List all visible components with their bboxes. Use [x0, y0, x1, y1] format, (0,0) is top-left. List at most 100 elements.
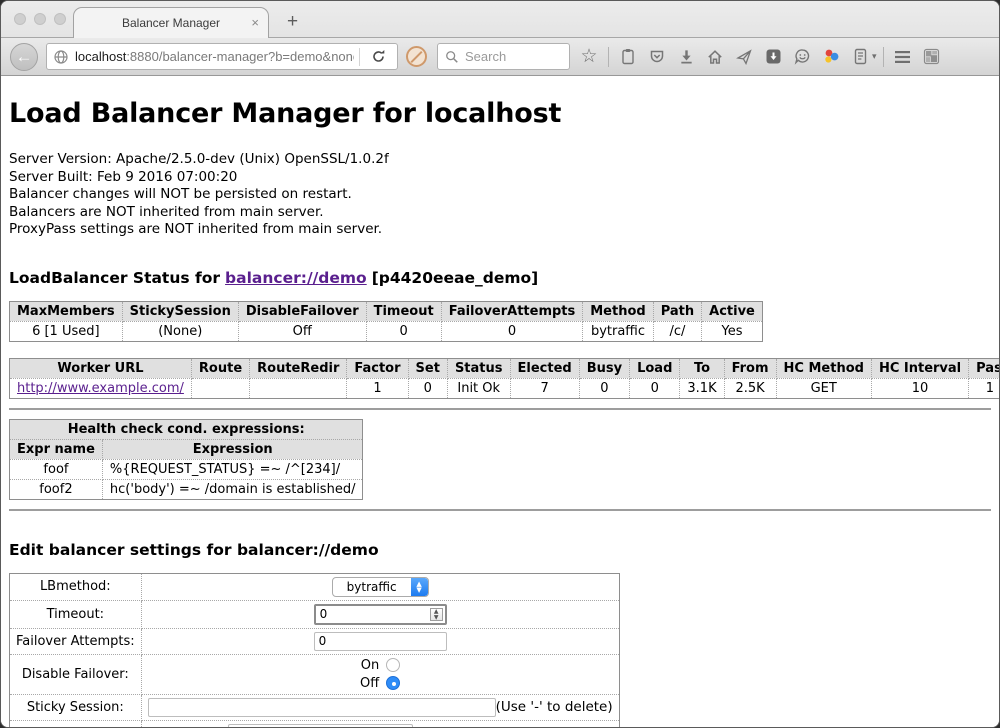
inherit-note-line: Balancers are NOT inherited from main se… — [9, 204, 991, 222]
col-from: From — [724, 358, 776, 378]
send-plane-icon[interactable] — [731, 44, 757, 70]
proxypass-note-line: ProxyPass settings are NOT inherited fro… — [9, 221, 991, 239]
expr-foof2: hc('body') =~ /domain is established/ — [102, 479, 363, 499]
lbmethod-select[interactable]: bytraffic▲▼ — [332, 577, 429, 597]
zoom-window-button[interactable] — [54, 13, 66, 25]
lbmethod-label: LBmethod: — [10, 573, 142, 600]
content-blocker-icon[interactable] — [406, 46, 427, 67]
pocket-icon[interactable] — [644, 44, 670, 70]
health-check-header-row: Expr name Expression — [10, 439, 363, 459]
col-routeredir: RouteRedir — [250, 358, 347, 378]
back-button[interactable]: ← — [10, 43, 38, 71]
navigation-toolbar: ← localhost:8880/balancer-manager?b=demo… — [1, 38, 999, 76]
health-check-table: Health check cond. expressions: Expr nam… — [9, 419, 363, 500]
divider — [9, 408, 991, 410]
clipboard-icon[interactable] — [615, 44, 641, 70]
globe-icon — [53, 49, 69, 65]
val-route — [191, 378, 249, 398]
val-to: 3.1K — [680, 378, 724, 398]
downloads-icon[interactable] — [673, 44, 699, 70]
new-tab-button[interactable]: + — [281, 11, 304, 33]
lbmethod-row: LBmethod: bytraffic▲▼ — [10, 573, 620, 600]
val-hc-interval: 10 — [871, 378, 968, 398]
search-icon — [445, 50, 459, 64]
failover-attempts-input[interactable] — [314, 632, 447, 651]
sticky-session-row: Sticky Session: (Use '-' to delete) — [10, 694, 620, 720]
reader-download-icon[interactable] — [760, 44, 786, 70]
val-active: Yes — [702, 321, 763, 341]
col-timeout: Timeout — [366, 301, 441, 321]
disable-failover-on-radio[interactable] — [386, 658, 400, 672]
col-factor: Factor — [347, 358, 408, 378]
menu-hamburger-icon[interactable] — [890, 44, 916, 70]
url-bar[interactable]: localhost:8880/balancer-manager?b=demo&n… — [46, 43, 398, 70]
toolbar-divider — [608, 47, 609, 67]
window-controls — [14, 13, 66, 25]
val-factor: 1 — [347, 378, 408, 398]
col-expr-name: Expr name — [10, 439, 103, 459]
bookmark-star-icon[interactable]: ☆ — [576, 44, 602, 70]
val-timeout: 0 — [366, 321, 441, 341]
val-maxmembers: 6 [1 Used] — [10, 321, 123, 341]
edit-balancer-form: LBmethod: bytraffic▲▼ Timeout: ▲▼ Failov… — [9, 573, 620, 728]
add-worker-label: Add New Worker: — [10, 720, 142, 728]
lbmethod-field: bytraffic▲▼ — [141, 573, 619, 600]
urlbar-divider — [359, 48, 360, 66]
val-worker-url: http://www.example.com/ — [10, 378, 192, 398]
minimize-window-button[interactable] — [34, 13, 46, 25]
number-stepper-icon[interactable]: ▲▼ — [430, 608, 443, 621]
tab-title: Balancer Manager — [122, 16, 220, 30]
health-check-row: foof2 hc('body') =~ /domain is establish… — [10, 479, 363, 499]
sidebar-list-icon[interactable] — [847, 44, 873, 70]
tab-grid-icon[interactable] — [919, 44, 945, 70]
overflow-caret-icon[interactable]: ▾ — [872, 51, 877, 62]
url-path: :8880/balancer-manager?b=demo&nonce=decc… — [126, 49, 354, 64]
col-worker-url: Worker URL — [10, 358, 192, 378]
loadbalancer-status-heading: LoadBalancer Status forbalancer://demo[p… — [9, 269, 991, 287]
reload-button[interactable] — [365, 44, 391, 70]
val-busy: 0 — [579, 378, 629, 398]
col-elected: Elected — [510, 358, 579, 378]
close-window-button[interactable] — [14, 13, 26, 25]
sticky-session-field: (Use '-' to delete) — [141, 694, 619, 720]
health-check-title: Health check cond. expressions: — [10, 419, 363, 439]
val-load: 0 — [630, 378, 680, 398]
balancer-demo-link[interactable]: balancer://demo — [225, 269, 367, 287]
col-route: Route — [191, 358, 249, 378]
col-maxmembers: MaxMembers — [10, 301, 123, 321]
colored-dots-icon[interactable] — [818, 44, 844, 70]
disable-failover-label: Disable Failover: — [10, 654, 142, 694]
search-bar[interactable]: Search — [437, 43, 570, 70]
health-check-row: foof %{REQUEST_STATUS} =~ /^[234]/ — [10, 459, 363, 479]
val-routeredir — [250, 378, 347, 398]
disable-failover-off-radio[interactable] — [386, 676, 400, 690]
timeout-row: Timeout: ▲▼ — [10, 600, 620, 628]
status-heading-suffix: [p4420eeae_demo] — [372, 269, 539, 287]
col-hc-interval: HC Interval — [871, 358, 968, 378]
val-stickysession: (None) — [122, 321, 238, 341]
worker-header-row: Worker URL Route RouteRedir Factor Set S… — [10, 358, 1000, 378]
tab-close-icon[interactable]: × — [251, 16, 259, 29]
server-info: Server Version: Apache/2.5.0-dev (Unix) … — [9, 151, 991, 239]
add-worker-input[interactable] — [228, 724, 413, 728]
col-expression: Expression — [102, 439, 363, 459]
col-active: Active — [702, 301, 763, 321]
failover-attempts-label: Failover Attempts: — [10, 628, 142, 654]
val-path: /c/ — [653, 321, 701, 341]
divider — [9, 509, 991, 511]
failover-attempts-field — [141, 628, 619, 654]
col-hc-method: HC Method — [776, 358, 871, 378]
page-content: Load Balancer Manager for localhost Serv… — [1, 76, 999, 728]
disable-failover-row: Disable Failover: On Off — [10, 654, 620, 694]
timeout-input[interactable] — [314, 604, 447, 625]
worker-url-link[interactable]: http://www.example.com/ — [17, 381, 184, 396]
add-worker-row: Add New Worker: Are you sure? — [10, 720, 620, 728]
edit-settings-heading: Edit balancer settings for balancer://de… — [9, 541, 991, 559]
disable-failover-field: On Off — [141, 654, 619, 694]
tab-balancer-manager[interactable]: Balancer Manager × — [73, 7, 269, 38]
home-icon[interactable] — [702, 44, 728, 70]
radio-on-label: On — [360, 658, 379, 673]
col-path: Path — [653, 301, 701, 321]
sticky-session-input[interactable] — [148, 698, 496, 717]
chat-smiley-icon[interactable] — [789, 44, 815, 70]
